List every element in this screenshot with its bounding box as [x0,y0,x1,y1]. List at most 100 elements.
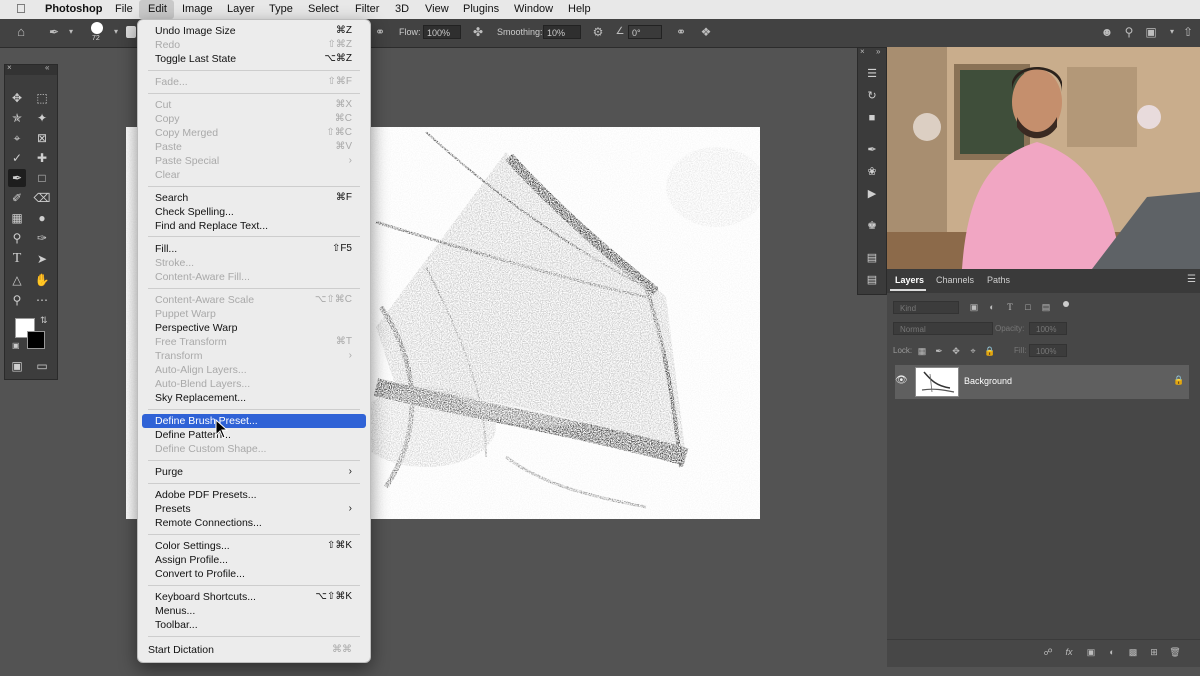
eyedropper-icon[interactable]: ✓ [8,149,26,167]
background-color-swatch[interactable] [27,331,45,349]
share-export-icon[interactable]: ⇧ [1180,24,1196,40]
filter-type-icon[interactable]: T [1004,301,1016,313]
zoom-tool-icon[interactable]: ⚲ [8,291,26,309]
menu-item-color-settings[interactable]: Color Settings... ⇧⌘K [142,539,366,553]
lock-all-icon[interactable]: 🔒 [984,345,996,357]
menu-item-check-spelling[interactable]: Check Spelling... [142,205,366,219]
menu-item-convert-profile[interactable]: Convert to Profile... [142,567,366,581]
menu-view[interactable]: View [425,3,449,15]
screen-mode-icon[interactable]: ▭ [33,357,51,375]
brush-tool-icon[interactable]: ✒ [8,169,26,187]
lasso-tool-icon[interactable]: ✯ [8,109,26,127]
brush-tool-icon[interactable]: ✒ [46,24,62,40]
smoothing-field[interactable]: 10% [543,25,581,39]
menu-item-assign-profile[interactable]: Assign Profile... [142,553,366,567]
hand-tool-icon[interactable]: ✋ [33,271,51,289]
workspace-icon[interactable]: ▣ [1143,24,1159,40]
new-group-icon[interactable]: ▩ [1127,646,1139,658]
filter-smart-object-icon[interactable]: ▤ [1040,301,1052,313]
history-brush-icon[interactable]: ✐ [8,189,26,207]
menu-plugins[interactable]: Plugins [463,3,499,15]
filter-adjustment-icon[interactable]: ◐ [986,301,998,313]
menu-type[interactable]: Type [269,3,293,15]
menu-item-toggle-last-state[interactable]: Toggle Last State ⌥⌘Z [142,52,366,66]
brush-settings-icon[interactable]: ✒ [863,142,881,158]
angle-field[interactable]: 0° [628,25,662,39]
collapse-icon[interactable]: « [45,63,49,72]
apple-icon[interactable]:  [16,1,26,16]
close-icon[interactable]: × [7,63,12,72]
gear-icon[interactable]: ⚙ [590,24,606,40]
share-icon[interactable]: ☻ [1099,24,1115,40]
gradient-tool-icon[interactable]: ▦ [8,209,26,227]
brush-picker-chevron-icon[interactable]: ▾ [108,24,124,40]
shape-tool-icon[interactable]: △ [8,271,26,289]
home-icon[interactable]: ⌂ [13,24,29,40]
filter-shape-icon[interactable]: □ [1022,301,1034,313]
filter-toggle-icon[interactable] [1063,301,1069,307]
layer-row-background[interactable]: 👁 Background 🔒 [895,365,1189,399]
tab-layers[interactable]: Layers [895,275,924,285]
properties-icon[interactable]: ▤ [863,250,881,266]
menu-item-define-brush-preset[interactable]: Define Brush Preset... [142,414,366,428]
menu-item-remote-connections[interactable]: Remote Connections... [142,516,366,530]
symmetry-icon[interactable]: ❖ [698,24,714,40]
history-icon[interactable]: ↻ [863,88,881,104]
menu-3d[interactable]: 3D [395,3,409,15]
menu-item-sky-replacement[interactable]: Sky Replacement... [142,391,366,405]
menu-select[interactable]: Select [308,3,339,15]
adjustments-icon[interactable]: ☰ [863,66,881,82]
menu-item-start-dictation[interactable]: Start Dictation ⌘⌘ [142,643,366,657]
fill-field[interactable]: 100% [1029,344,1067,357]
new-layer-icon[interactable]: ⊞ [1148,646,1160,658]
trash-icon[interactable]: 🗑 [1169,646,1181,658]
menu-help[interactable]: Help [568,3,591,15]
menu-item-presets[interactable]: Presets › [142,502,366,516]
play-icon[interactable]: ▶ [863,186,881,202]
more-tools-icon[interactable]: ⋯ [33,291,51,309]
eraser-icon[interactable]: ⌫ [33,189,51,207]
panel-menu-icon[interactable]: ☰ [1187,274,1196,285]
pressure-opacity-icon[interactable]: ⚭ [372,24,388,40]
menu-item-keyboard-shortcuts[interactable]: Keyboard Shortcuts... ⌥⇧⌘K [142,590,366,604]
actions-icon[interactable]: ■ [863,110,881,126]
flow-field[interactable]: 100% [423,25,461,39]
quick-mask-icon[interactable]: ▣ [8,357,26,375]
frame-tool-icon[interactable]: ⊠ [33,129,51,147]
tab-paths[interactable]: Paths [987,275,1010,285]
layer-name[interactable]: Background [964,376,1012,386]
path-select-icon[interactable]: ➤ [33,250,51,268]
menu-item-perspective-warp[interactable]: Perspective Warp [142,321,366,335]
filter-pixel-icon[interactable]: ▣ [968,301,980,313]
tab-channels[interactable]: Channels [936,275,974,285]
pen-tool-icon[interactable]: ✑ [33,229,51,247]
menu-item-undo[interactable]: Undo Image Size ⌘Z [142,24,366,38]
menu-image[interactable]: Image [182,3,213,15]
menu-layer[interactable]: Layer [227,3,255,15]
swap-colors-icon[interactable]: ⇅ [40,315,48,326]
default-colors-icon[interactable]: ▣ [12,341,20,350]
crop-tool-icon[interactable]: ⌖ [8,129,26,147]
menu-file[interactable]: File [115,3,133,15]
pressure-size-icon[interactable]: ⚭ [673,24,689,40]
brush-settings-icon[interactable] [126,26,136,38]
menu-filter[interactable]: Filter [355,3,379,15]
menu-item-define-pattern[interactable]: Define Pattern... [142,428,366,442]
move-tool-icon[interactable]: ✥ [8,89,26,107]
menu-item-pdf-presets[interactable]: Adobe PDF Presets... [142,488,366,502]
blend-mode-select[interactable]: Normal [893,322,993,335]
menu-item-search[interactable]: Search ⌘F [142,191,366,205]
type-tool-icon[interactable]: T [8,250,26,268]
notes-icon[interactable]: ▤ [863,272,881,288]
menu-item-purge[interactable]: Purge › [142,465,366,479]
marquee-tool-icon[interactable]: ⬚ [33,89,51,107]
healing-brush-icon[interactable]: ✚ [33,149,51,167]
add-mask-icon[interactable]: ▣ [1085,646,1097,658]
menu-window[interactable]: Window [514,3,553,15]
fx-icon[interactable]: fx [1063,646,1075,658]
menu-item-find-replace[interactable]: Find and Replace Text... [142,219,366,233]
workspace-chevron-icon[interactable]: ▾ [1164,24,1180,40]
chevron-down-icon[interactable]: ▾ [63,24,79,40]
brush-preview-icon[interactable] [91,22,103,34]
airbrush-icon[interactable]: ✤ [470,24,486,40]
